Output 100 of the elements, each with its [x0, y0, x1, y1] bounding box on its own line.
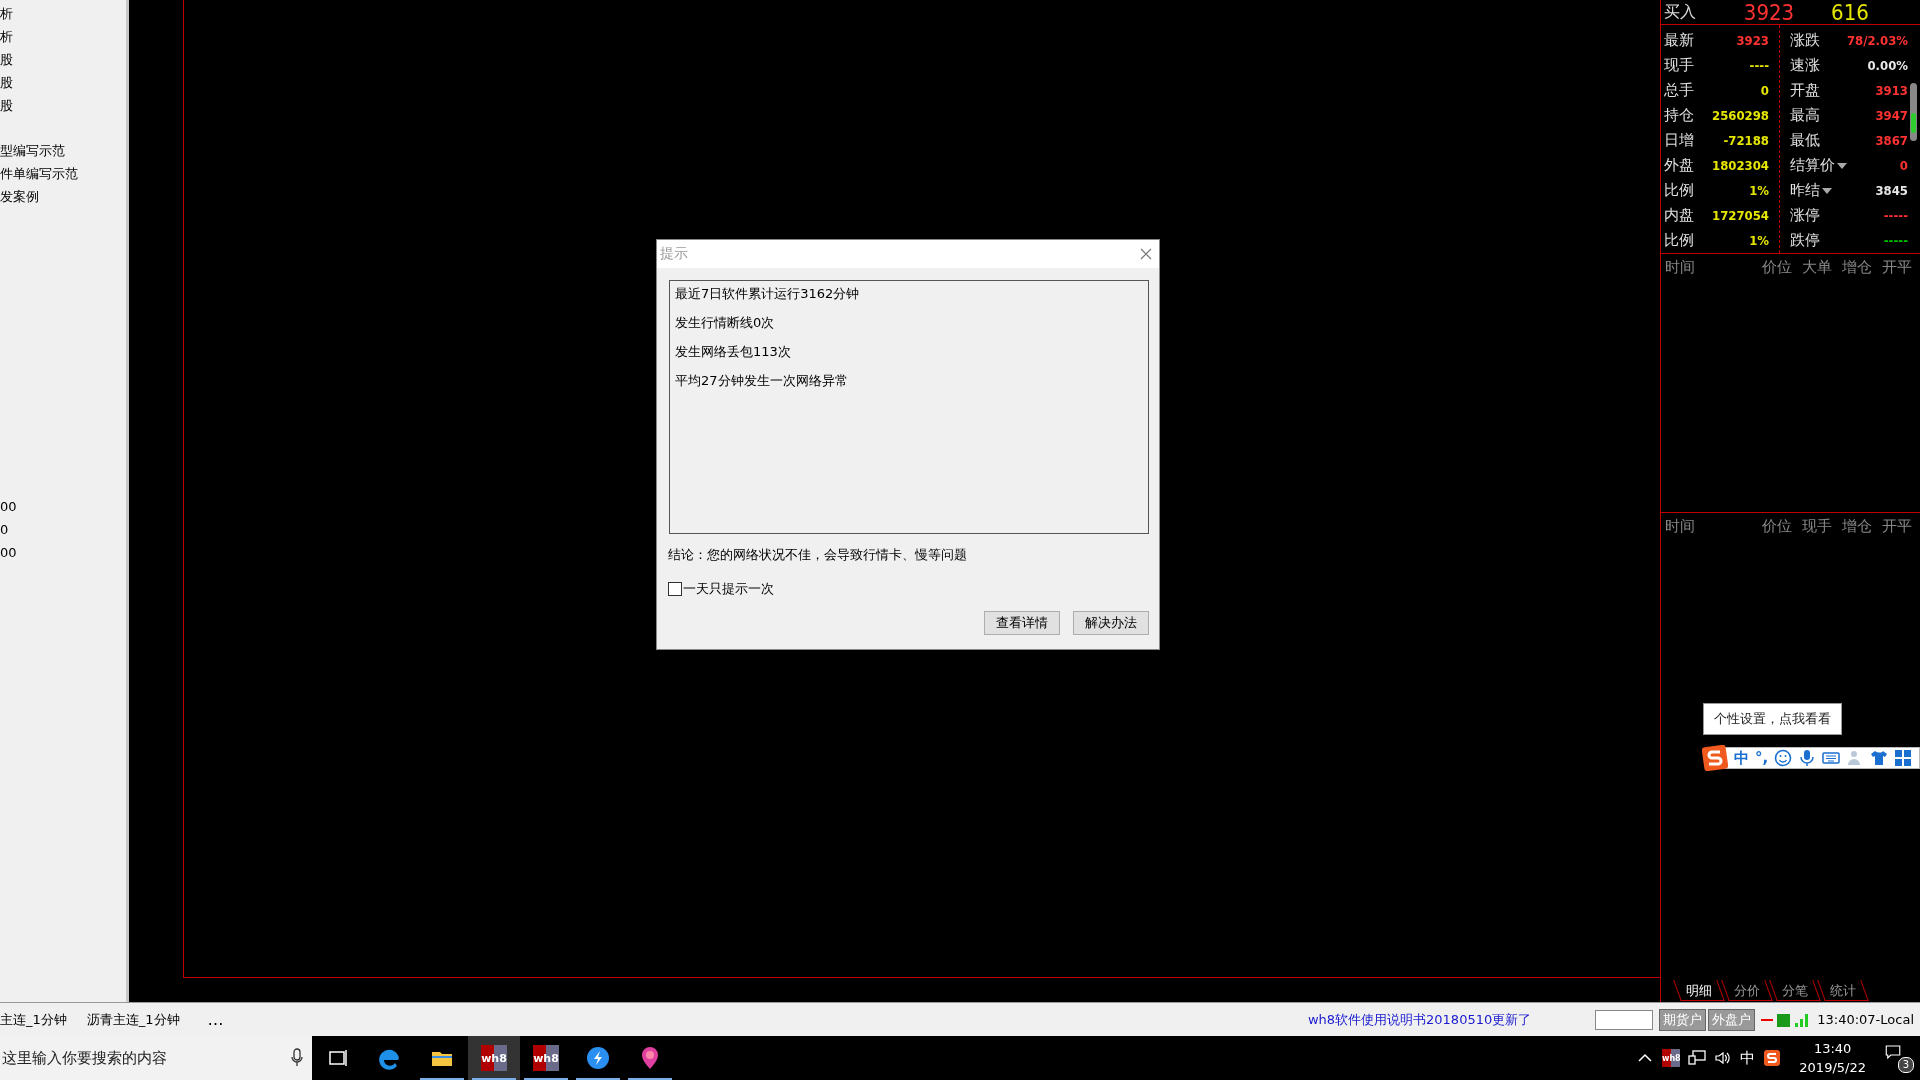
- quote-value: 1%: [1749, 233, 1769, 248]
- message-line: 发生网络丢包113次: [675, 343, 792, 361]
- app-icon[interactable]: wh8: [533, 1045, 559, 1071]
- sidebar-item[interactable]: 股: [0, 71, 126, 94]
- period-tab[interactable]: 主连_1分钟: [0, 1010, 67, 1029]
- quote-value: 0.00%: [1867, 58, 1908, 73]
- quote-label: 买入: [1664, 1, 1697, 23]
- notification-count: 3: [1898, 1057, 1914, 1073]
- quote-value: 3947: [1875, 108, 1908, 123]
- input-field[interactable]: [1595, 1009, 1654, 1030]
- sidebar-item[interactable]: 股: [0, 94, 126, 117]
- volume-icon[interactable]: [1714, 1049, 1733, 1067]
- column-header: 增仓: [1842, 257, 1872, 277]
- close-icon[interactable]: [1139, 247, 1153, 261]
- quote-value: 3913: [1875, 83, 1908, 98]
- quote-label: 内盘: [1664, 206, 1694, 225]
- ime-logo-icon[interactable]: [1763, 1049, 1782, 1067]
- sidebar-item[interactable]: 件单编写示范: [0, 162, 126, 185]
- checkbox-label[interactable]: 一天只提示一次: [683, 580, 774, 598]
- quote-label: 持仓: [1664, 106, 1694, 125]
- grid-icon[interactable]: [1894, 749, 1913, 767]
- quote-value: -72188: [1723, 133, 1769, 148]
- caret-icon[interactable]: [1837, 162, 1847, 169]
- buy-price: 3923: [1742, 0, 1796, 25]
- sidebar-item[interactable]: 发案例: [0, 185, 126, 208]
- sidebar-item[interactable]: 00: [0, 495, 126, 518]
- quote-label: 结算价: [1790, 156, 1835, 175]
- quote-value: 3845: [1875, 183, 1908, 198]
- app-icon[interactable]: wh8: [481, 1045, 507, 1071]
- sidebar-item[interactable]: 析: [0, 25, 126, 48]
- more-button[interactable]: …: [207, 1010, 224, 1029]
- quote-value: 78/2.03%: [1846, 33, 1908, 48]
- caret-icon[interactable]: [1822, 187, 1832, 194]
- punctuation-toggle[interactable]: °,: [1755, 749, 1769, 767]
- smiley-icon[interactable]: [1774, 749, 1793, 767]
- quote-value: 1727054: [1712, 208, 1769, 223]
- message-line: 发生行情断线0次: [675, 314, 776, 332]
- scrollbar[interactable]: [1910, 83, 1917, 141]
- sidebar-item[interactable]: 股: [0, 48, 126, 71]
- ime-logo-icon[interactable]: [1702, 745, 1728, 771]
- quote-label: 最高: [1790, 106, 1820, 125]
- quote-value: 2560298: [1712, 108, 1769, 123]
- shirt-icon[interactable]: [1870, 749, 1889, 767]
- quote-label: 涨跌: [1790, 31, 1820, 50]
- period-tab[interactable]: 沥青主连_1分钟: [86, 1010, 180, 1029]
- message-line: 平均27分钟发生一次网络异常: [675, 372, 849, 390]
- checkbox[interactable]: [668, 582, 682, 596]
- microphone-icon[interactable]: [290, 1048, 304, 1068]
- network-icon[interactable]: [1688, 1049, 1707, 1067]
- quote-value: ----: [1749, 58, 1769, 73]
- quote-value: 1802304: [1712, 158, 1769, 173]
- conclusion-text: 结论：您的网络状况不佳，会导致行情卡、慢等问题: [668, 546, 968, 564]
- quote-label: 跌停: [1790, 231, 1820, 250]
- lightning-circle-icon[interactable]: [585, 1045, 611, 1071]
- connection-line-icon: [1761, 1018, 1774, 1021]
- buy-volume: 616: [1830, 0, 1870, 25]
- column-header: 时间: [1665, 516, 1695, 536]
- column-header: 增仓: [1842, 516, 1872, 536]
- quote-value: -----: [1883, 208, 1908, 223]
- search-field[interactable]: 这里输入你要搜索的内容: [0, 1036, 312, 1080]
- message-line: 最近7日软件累计运行3162分钟: [675, 285, 861, 303]
- quote-label: 外盘: [1664, 156, 1694, 175]
- dialog-button[interactable]: 查看详情: [984, 611, 1060, 635]
- dialog-title: 提示: [660, 245, 688, 263]
- quote-label: 昨结: [1790, 181, 1820, 200]
- dialog-button[interactable]: 解决办法: [1073, 611, 1149, 635]
- update-notice-link[interactable]: wh8软件使用说明书20180510更新了: [1307, 1010, 1532, 1029]
- column-header: 大单: [1802, 257, 1832, 277]
- quote-label: 最低: [1790, 131, 1820, 150]
- quote-label: 比例: [1664, 181, 1694, 200]
- microphone-icon[interactable]: [1798, 749, 1817, 767]
- quote-label: 比例: [1664, 231, 1694, 250]
- column-header: 价位: [1762, 257, 1792, 277]
- quote-value: 1%: [1749, 183, 1769, 198]
- keyboard-icon[interactable]: [1822, 749, 1841, 767]
- input-method-indicator[interactable]: 中: [1740, 1048, 1756, 1068]
- column-header: 时间: [1665, 257, 1695, 277]
- notification-icon[interactable]: [1884, 1043, 1902, 1061]
- sidebar-item[interactable]: 0: [0, 518, 126, 541]
- quote-label: 日增: [1664, 131, 1694, 150]
- quote-label: 最新: [1664, 31, 1694, 50]
- quote-value: 0: [1899, 158, 1908, 173]
- tooltip: 个性设置，点我看看: [1703, 703, 1842, 735]
- quote-value: 3867: [1875, 133, 1908, 148]
- column-header: 现手: [1802, 516, 1832, 536]
- sidebar-item[interactable]: 析: [0, 2, 126, 25]
- app-tray-icon[interactable]: wh8: [1662, 1049, 1681, 1067]
- quote-label: 开盘: [1790, 81, 1820, 100]
- quote-value: 0: [1760, 83, 1769, 98]
- column-header: 开平: [1882, 516, 1912, 536]
- column-header: 价位: [1762, 516, 1792, 536]
- sidebar-item[interactable]: 型编写示范: [0, 139, 126, 162]
- quote-label: 涨停: [1790, 206, 1820, 225]
- quote-label: 现手: [1664, 56, 1694, 75]
- status-time: 13:40:07-Local: [1817, 1012, 1914, 1027]
- sidebar-item[interactable]: 00: [0, 541, 126, 564]
- column-header: 开平: [1882, 257, 1912, 277]
- clock[interactable]: 13:40 2019/5/22: [1789, 1039, 1876, 1077]
- quote-value: -----: [1883, 233, 1908, 248]
- ime-mode-toggle[interactable]: 中: [1734, 748, 1749, 768]
